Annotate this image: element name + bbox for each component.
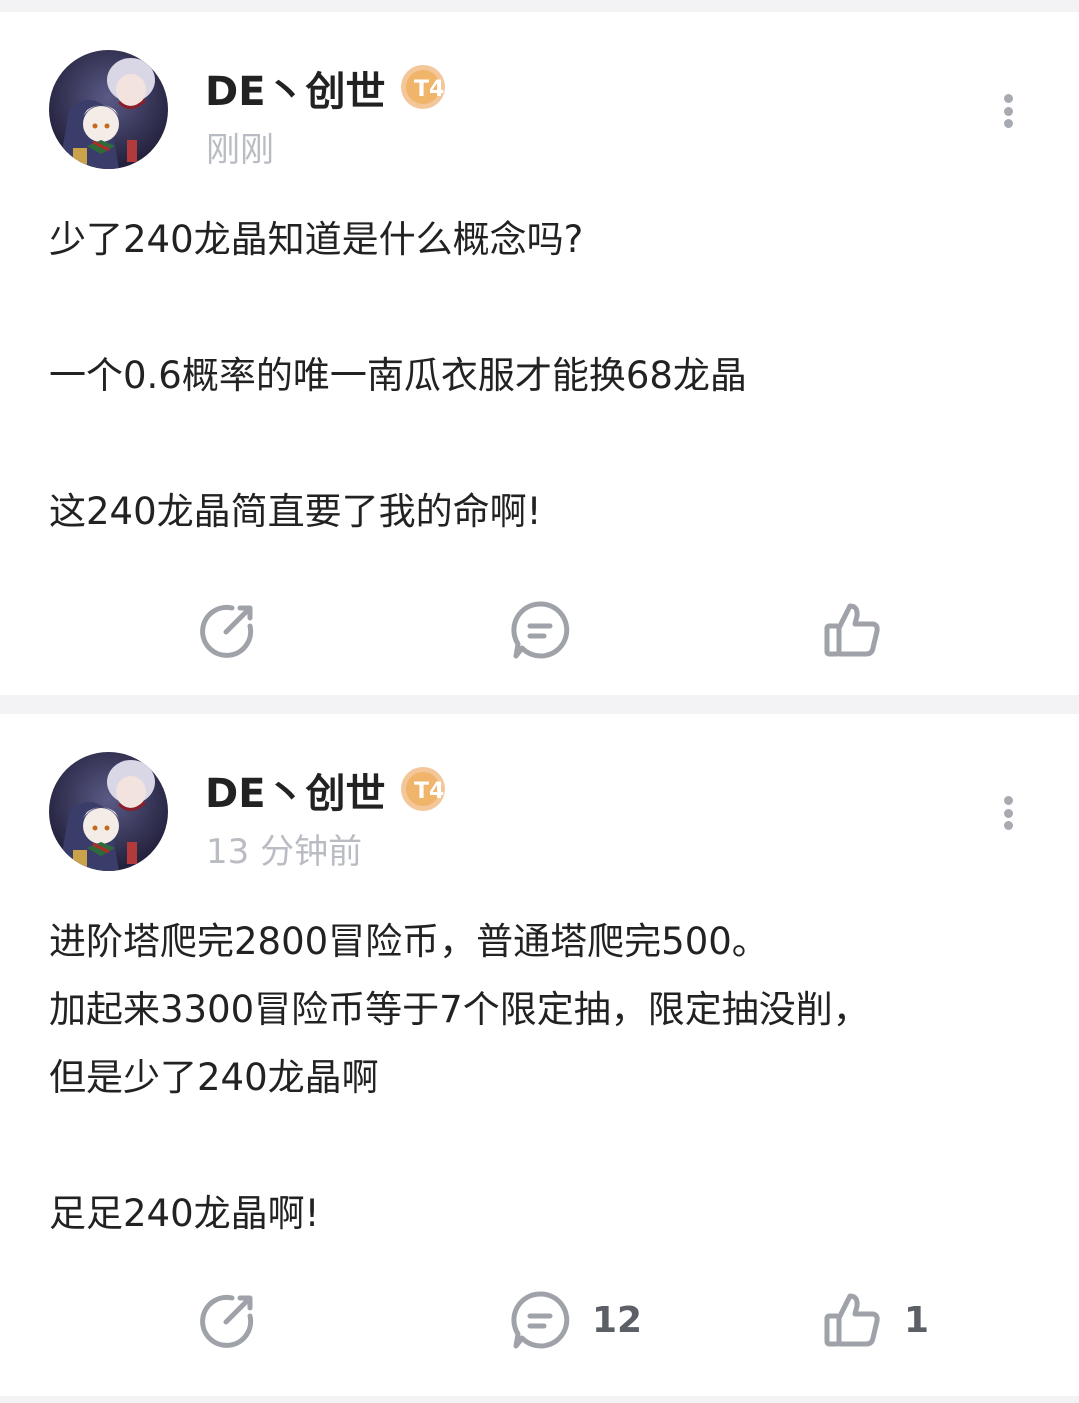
author-row: DE丶创世 T4 [205, 760, 450, 820]
level-badge-icon: T4 [400, 765, 450, 815]
content-line: 一个0.6概率的唯一南瓜衣服才能换68龙晶 [49, 354, 747, 397]
level-badge-icon: T4 [400, 63, 450, 113]
share-button[interactable] [196, 1288, 260, 1352]
content-blank-line [49, 1112, 1039, 1180]
post-card[interactable]: DE丶创世 T4 刚刚 少了240龙晶知道是什么概念吗? 一个0.6概率的唯一南… [0, 12, 1079, 695]
username[interactable]: DE丶创世 [205, 761, 386, 819]
content-line: 进阶塔爬完2800冒险币，普通塔爬完500。 [49, 920, 769, 963]
post-card[interactable]: DE丶创世 T4 13 分钟前 进阶塔爬完2800冒险币，普通塔爬完500。 加… [0, 714, 1079, 1396]
share-icon [200, 604, 254, 658]
share-icon [200, 1294, 254, 1348]
avatar[interactable] [49, 752, 168, 871]
thumbs-up-icon [824, 603, 880, 657]
comment-button[interactable]: 12 [508, 1288, 642, 1352]
comment-button[interactable] [508, 598, 592, 662]
content-blank-line [49, 410, 1039, 478]
like-count: 1 [904, 1299, 930, 1341]
like-button[interactable]: 1 [820, 1288, 929, 1352]
post-content[interactable]: 进阶塔爬完2800冒险币，普通塔爬完500。 加起来3300冒险币等于7个限定抽… [49, 908, 1039, 1248]
content-blank-line [49, 274, 1039, 342]
level-badge-text: T4 [414, 77, 444, 102]
content-line: 少了240龙晶知道是什么概念吗? [49, 218, 584, 261]
timestamp: 刚刚 [206, 130, 274, 170]
comment-icon [511, 1291, 570, 1349]
comment-icon [511, 601, 570, 659]
thumbs-up-icon [824, 1293, 880, 1347]
post-content[interactable]: 少了240龙晶知道是什么概念吗? 一个0.6概率的唯一南瓜衣服才能换68龙晶 这… [49, 206, 1039, 546]
timestamp: 13 分钟前 [206, 832, 363, 872]
more-options-icon[interactable] [988, 788, 1028, 838]
comment-count: 12 [592, 1299, 643, 1341]
avatar[interactable] [49, 50, 168, 169]
author-row: DE丶创世 T4 [205, 58, 450, 118]
post-feed: DE丶创世 T4 刚刚 少了240龙晶知道是什么概念吗? 一个0.6概率的唯一南… [0, 0, 1079, 1403]
content-line: 足足240龙晶啊! [49, 1192, 320, 1235]
username[interactable]: DE丶创世 [205, 59, 386, 117]
content-line: 这240龙晶简直要了我的命啊! [49, 490, 542, 533]
content-line: 加起来3300冒险币等于7个限定抽，限定抽没削， [49, 988, 870, 1031]
more-options-icon[interactable] [988, 86, 1028, 136]
share-button[interactable] [196, 598, 260, 662]
content-line: 但是少了240龙晶啊 [49, 1056, 379, 1099]
like-button[interactable] [820, 598, 904, 662]
level-badge-text: T4 [414, 779, 444, 804]
